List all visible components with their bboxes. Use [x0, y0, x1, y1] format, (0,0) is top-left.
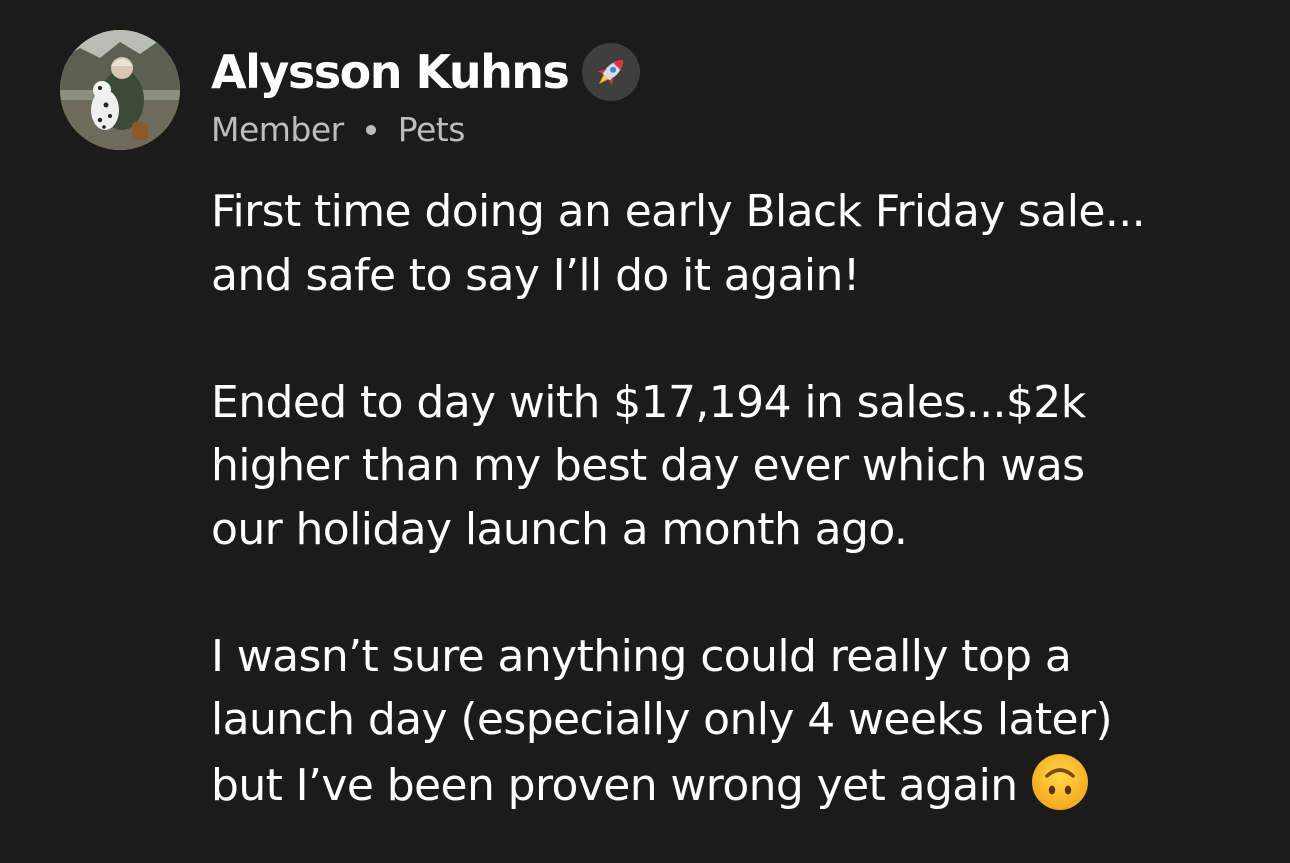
- author-row: Alysson Kuhns: [211, 40, 641, 104]
- rocket-badge-graphic: [598, 59, 624, 86]
- post-paragraph: First time doing an early Black Friday s…: [211, 180, 1271, 307]
- community-post: Alysson Kuhns Member Pets First time doi…: [0, 0, 1290, 863]
- avatar-photo: [60, 30, 180, 150]
- paragraph-line: First time doing an early Black Friday s…: [211, 186, 1146, 237]
- author-meta: Member Pets: [211, 110, 640, 150]
- paragraph-line-text: but I’ve been proven wrong yet again: [211, 759, 1018, 811]
- post-paragraph: I wasn’t sure anything could really top …: [211, 625, 1271, 830]
- author-name[interactable]: Alysson Kuhns: [211, 40, 570, 104]
- paragraph-line-last: but I’ve been proven wrong yet again: [211, 752, 1271, 830]
- upside-down-face-icon: [1030, 752, 1090, 830]
- paragraph-line: I wasn’t sure anything could really top …: [211, 630, 1072, 682]
- paragraph-line: and safe to say I’ll do it again!: [211, 249, 860, 301]
- author-header: Alysson Kuhns Member Pets: [211, 40, 641, 150]
- upside-down-face-graphic: [1031, 753, 1088, 810]
- community-link[interactable]: Pets: [398, 110, 466, 150]
- post-body: First time doing an early Black Friday s…: [211, 180, 1271, 829]
- author-avatar[interactable]: [60, 30, 180, 150]
- paragraph-line: higher than my best day ever which was: [211, 440, 1085, 491]
- paragraph-line: launch day (especially only 4 weeks late…: [211, 694, 1113, 745]
- paragraph-line: Ended to day with $17,194 in sales...$2k: [211, 376, 1086, 428]
- rocket-icon: [582, 43, 641, 101]
- separator-dot: [365, 125, 376, 135]
- author-role: Member: [211, 110, 344, 149]
- paragraph-line: our holiday launch a month ago.: [211, 503, 908, 555]
- post-paragraph: Ended to day with $17,194 in sales...$2k…: [211, 371, 1271, 562]
